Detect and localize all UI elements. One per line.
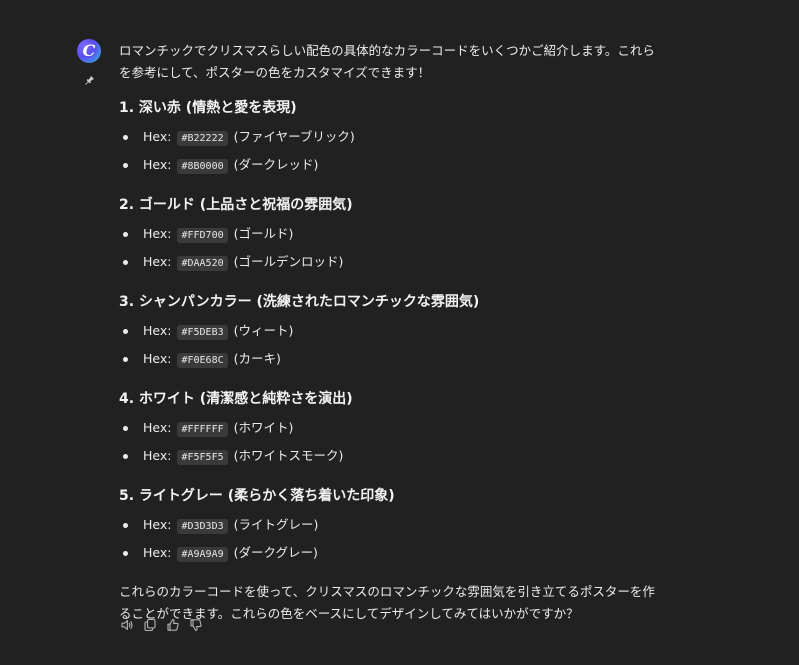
- color-list-item: Hex: #FFFFFF (ホワイト): [119, 414, 664, 442]
- hex-code: #FFD700: [177, 228, 228, 243]
- hex-code: #B22222: [177, 131, 228, 146]
- hex-code: #D3D3D3: [177, 519, 228, 534]
- hex-prefix: Hex:: [143, 544, 172, 560]
- section-heading: 3. シャンパンカラー (洗練されたロマンチックな雰囲気): [119, 294, 480, 310]
- hex-prefix: Hex:: [143, 253, 172, 269]
- color-sections: 1. 深い赤 (情熱と愛を表現) Hex: #B22222 (ファイヤーブリック)…: [119, 96, 664, 566]
- color-list-item: Hex: #D3D3D3 (ライトグレー): [119, 511, 664, 539]
- copy-icon[interactable]: [142, 617, 157, 632]
- hex-code: #FFFFFF: [177, 422, 228, 437]
- color-list-item: Hex: #F0E68C (カーキ): [119, 345, 664, 373]
- color-list-item: Hex: #FFD700 (ゴールド): [119, 220, 664, 248]
- color-name: (ライトグレー): [233, 517, 319, 532]
- hex-prefix: Hex:: [143, 129, 172, 144]
- hex-code: #8B0000: [177, 158, 228, 174]
- color-name: (ダークグレー): [233, 544, 318, 560]
- color-list-item: Hex: #A9A9A9 (ダークグレー): [119, 539, 664, 567]
- color-name: (ゴールド): [233, 226, 294, 241]
- section-heading: 1. 深い赤 (情熱と愛を表現): [119, 100, 297, 116]
- hex-prefix: Hex:: [143, 350, 172, 366]
- assistant-message: ロマンチックでクリスマスらしい配色の具体的なカラーコードをいくつかご紹介します。…: [119, 40, 664, 625]
- pin-icon[interactable]: [83, 72, 95, 85]
- color-name: (ホワイト): [233, 420, 294, 435]
- hex-code: #DAA520: [177, 255, 228, 271]
- color-list-item: Hex: #F5F5F5 (ホワイトスモーク): [119, 442, 664, 470]
- color-list-item: Hex: #F5DEB3 (ウィート): [119, 317, 664, 345]
- hex-prefix: Hex:: [143, 420, 172, 435]
- color-name: (ホワイトスモーク): [233, 447, 344, 463]
- hex-prefix: Hex:: [143, 323, 172, 338]
- color-list: Hex: #FFD700 (ゴールド) Hex: #DAA520 (ゴールデンロッ…: [119, 220, 664, 275]
- color-name: (ファイヤーブリック): [233, 129, 355, 144]
- color-name: (ウィート): [233, 323, 294, 338]
- assistant-avatar: C: [77, 39, 101, 63]
- hex-prefix: Hex:: [143, 226, 172, 241]
- thumbs-up-icon[interactable]: [165, 617, 180, 632]
- avatar-letter: C: [82, 41, 96, 60]
- hex-prefix: Hex:: [143, 517, 172, 532]
- color-list: Hex: #FFFFFF (ホワイト) Hex: #F5F5F5 (ホワイトスモー…: [119, 414, 664, 469]
- read-aloud-icon[interactable]: [119, 617, 134, 632]
- color-name: (ダークレッド): [233, 156, 319, 172]
- color-name: (カーキ): [233, 350, 281, 366]
- intro-text: ロマンチックでクリスマスらしい配色の具体的なカラーコードをいくつかご紹介します。…: [119, 43, 655, 80]
- color-list: Hex: #B22222 (ファイヤーブリック) Hex: #8B0000 (ダー…: [119, 123, 664, 178]
- thumbs-down-icon[interactable]: [188, 617, 203, 632]
- color-name: (ゴールデンロッド): [233, 253, 344, 269]
- color-list: Hex: #D3D3D3 (ライトグレー) Hex: #A9A9A9 (ダークグレ…: [119, 511, 664, 566]
- hex-code: #F0E68C: [177, 352, 228, 368]
- color-list-item: Hex: #DAA520 (ゴールデンロッド): [119, 248, 664, 276]
- hex-prefix: Hex:: [143, 156, 172, 172]
- section-heading: 2. ゴールド (上品さと祝福の雰囲気): [119, 197, 353, 213]
- section-heading: 4. ホワイト (清潔感と純粋さを演出): [119, 391, 353, 407]
- section-heading: 5. ライトグレー (柔らかく落ち着いた印象): [119, 488, 395, 504]
- hex-code: #F5DEB3: [177, 325, 228, 340]
- color-list-item: Hex: #8B0000 (ダークレッド): [119, 151, 664, 179]
- hex-code: #F5F5F5: [177, 449, 228, 465]
- hex-prefix: Hex:: [143, 447, 172, 463]
- color-list-item: Hex: #B22222 (ファイヤーブリック): [119, 123, 664, 151]
- color-list: Hex: #F5DEB3 (ウィート) Hex: #F0E68C (カーキ): [119, 317, 664, 372]
- message-actions: [119, 617, 203, 632]
- hex-code: #A9A9A9: [177, 546, 228, 562]
